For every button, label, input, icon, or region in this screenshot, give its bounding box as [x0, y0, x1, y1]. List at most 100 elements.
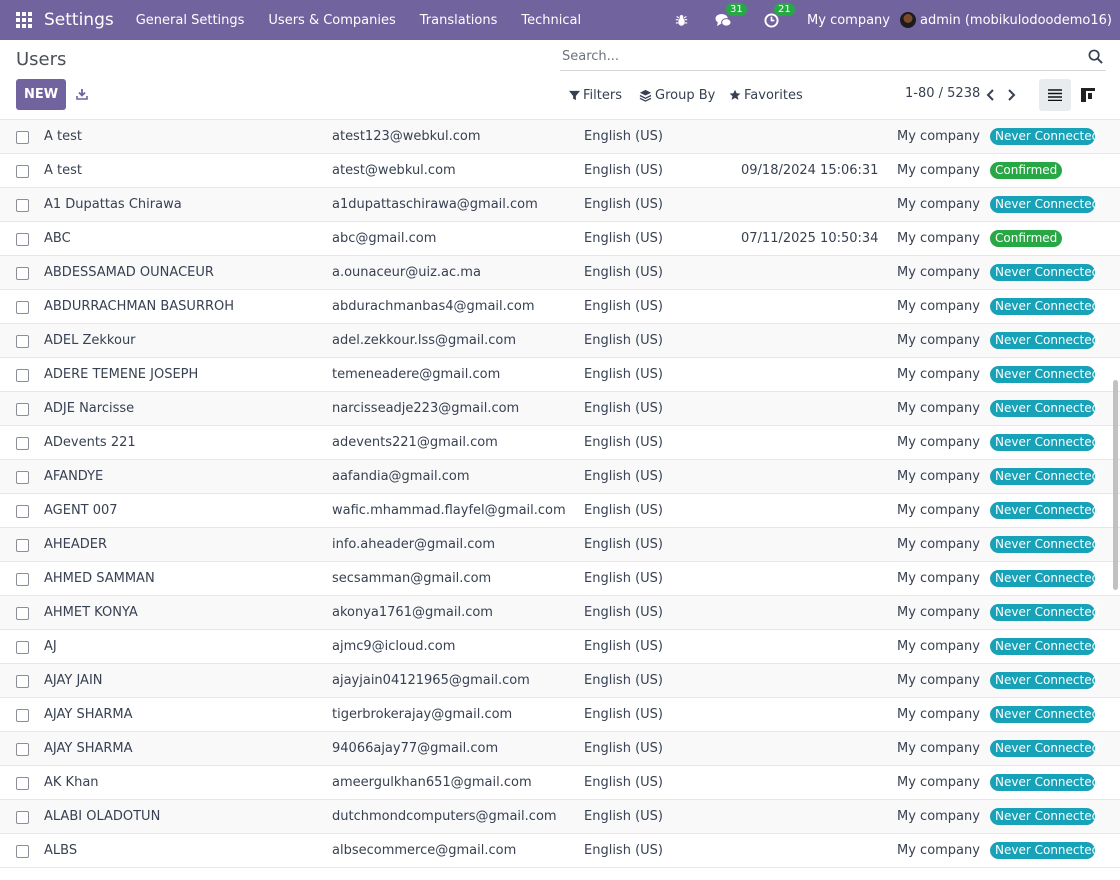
table-row[interactable]: AFANDYE aafandia@gmail.com English (US) My … — [0, 460, 1120, 494]
company-switcher[interactable]: My company — [807, 13, 890, 28]
row-checkbox[interactable] — [16, 471, 29, 484]
table-row[interactable]: ADEL Zekkour adel.zekkour.lss@gmail.com En… — [0, 324, 1120, 358]
row-checkbox[interactable] — [16, 233, 29, 246]
table-row[interactable]: AGENT 007 wafic.mhammad.flayfel@gmail.com… — [0, 494, 1120, 528]
row-checkbox[interactable] — [16, 743, 29, 756]
table-row[interactable]: ALBS albsecommerce@gmail.com English (US) M… — [0, 834, 1120, 868]
user-language-cell: English (US) — [584, 843, 663, 858]
user-name-cell: ADJE Narcisse — [44, 401, 135, 416]
row-checkbox[interactable] — [16, 267, 29, 280]
user-name-cell: AJAY JAIN — [44, 673, 103, 688]
menu-translations[interactable]: Translations — [408, 13, 510, 28]
row-checkbox[interactable] — [16, 811, 29, 824]
scrollbar[interactable] — [1113, 380, 1118, 590]
status-badge: Never Connected — [990, 298, 1099, 315]
search-icon[interactable] — [1088, 49, 1104, 65]
user-language-cell: English (US) — [584, 401, 663, 416]
star-icon — [729, 89, 741, 100]
debug-bug-icon[interactable] — [671, 10, 691, 30]
row-checkbox[interactable] — [16, 165, 29, 178]
table-row[interactable]: AJAY SHARMA tigerbrokerajay@gmail.com Engl… — [0, 698, 1120, 732]
user-language-cell: English (US) — [584, 639, 663, 654]
kanban-view-icon[interactable] — [1072, 79, 1104, 111]
status-badge: Never Connected — [990, 468, 1099, 485]
table-row[interactable]: AJ ajmc9@icloud.com English (US) My company… — [0, 630, 1120, 664]
user-login-cell: wafic.mhammad.flayfel@gmail.com — [332, 503, 566, 518]
table-row[interactable]: ADJE Narcisse narcisseadje223@gmail.com En… — [0, 392, 1120, 426]
table-row[interactable]: ALABI OLADOTUN dutchmondcomputers@gmail.c… — [0, 800, 1120, 834]
table-row[interactable]: AHMET KONYA akonya1761@gmail.com English (… — [0, 596, 1120, 630]
filters-button[interactable]: Filters — [569, 86, 622, 104]
table-row[interactable]: ADERE TEMENE JOSEPH temeneadere@gmail.com… — [0, 358, 1120, 392]
table-row[interactable]: ABDURRACHMAN BASURROH abdurachmanbas4@gma… — [0, 290, 1120, 324]
status-badge: Never Connected — [990, 842, 1099, 859]
user-company-cell: My company — [897, 571, 980, 586]
row-checkbox[interactable] — [16, 131, 29, 144]
row-checkbox[interactable] — [16, 199, 29, 212]
user-language-cell: English (US) — [584, 299, 663, 314]
row-checkbox[interactable] — [16, 845, 29, 858]
favorites-button[interactable]: Favorites — [729, 86, 803, 104]
table-row[interactable]: ADevents 221 adevents221@gmail.com English… — [0, 426, 1120, 460]
messages-icon[interactable]: 31 — [713, 3, 747, 30]
user-company-cell: My company — [897, 741, 980, 756]
table-row[interactable]: A test atest@webkul.com English (US) 09/18/… — [0, 154, 1120, 188]
pager-next-icon[interactable] — [1003, 86, 1019, 104]
user-company-cell: My company — [897, 163, 980, 178]
user-name-cell: A1 Dupattas Chirawa — [44, 197, 182, 212]
download-icon[interactable] — [72, 84, 92, 104]
user-language-cell: English (US) — [584, 775, 663, 790]
user-menu[interactable]: admin (mobikulodoodemo16) — [920, 13, 1112, 28]
user-login-cell: temeneadere@gmail.com — [332, 367, 501, 382]
menu-users-companies[interactable]: Users & Companies — [256, 13, 407, 28]
app-grid-icon[interactable] — [16, 12, 32, 28]
menu-general-settings[interactable]: General Settings — [124, 13, 257, 28]
pager-value[interactable]: 1-80 / 5238 — [905, 86, 980, 101]
user-login-cell: ameergulkhan651@gmail.com — [332, 775, 532, 790]
row-checkbox[interactable] — [16, 709, 29, 722]
status-badge: Never Connected — [990, 638, 1099, 655]
user-login-cell: albsecommerce@gmail.com — [332, 843, 517, 858]
table-row[interactable]: ABDESSAMAD OUNACEUR a.ounaceur@uiz.ac.ma E… — [0, 256, 1120, 290]
row-checkbox[interactable] — [16, 403, 29, 416]
user-login-cell: aafandia@gmail.com — [332, 469, 470, 484]
row-checkbox[interactable] — [16, 335, 29, 348]
activities-clock-icon[interactable]: 21 — [761, 3, 795, 30]
app-name[interactable]: Settings — [44, 10, 114, 30]
user-language-cell: English (US) — [584, 265, 663, 280]
row-checkbox[interactable] — [16, 573, 29, 586]
group-by-button[interactable]: Group By — [639, 86, 715, 104]
search-input[interactable] — [560, 49, 1060, 64]
table-row[interactable]: ABC abc@gmail.com English (US) 07/11/2025 1… — [0, 222, 1120, 256]
row-checkbox[interactable] — [16, 539, 29, 552]
table-row[interactable]: A1 Dupattas Chirawa a1dupattaschirawa@gma… — [0, 188, 1120, 222]
table-row[interactable]: AK Khan ameergulkhan651@gmail.com English … — [0, 766, 1120, 800]
row-checkbox[interactable] — [16, 777, 29, 790]
table-row[interactable]: AJAY SHARMA 94066ajay77@gmail.com English … — [0, 732, 1120, 766]
table-row[interactable]: AJAY JAIN ajayjain04121965@gmail.com Engli… — [0, 664, 1120, 698]
user-avatar[interactable] — [900, 12, 916, 28]
row-checkbox[interactable] — [16, 641, 29, 654]
table-row[interactable]: AHMED SAMMAN secsamman@gmail.com English (… — [0, 562, 1120, 596]
page-title[interactable]: Users — [16, 49, 66, 70]
user-company-cell: My company — [897, 775, 980, 790]
user-language-cell: English (US) — [584, 809, 663, 824]
status-badge: Never Connected — [990, 808, 1099, 825]
row-checkbox[interactable] — [16, 675, 29, 688]
list-view-icon[interactable] — [1039, 79, 1071, 111]
pager-previous-icon[interactable] — [982, 86, 998, 104]
user-company-cell: My company — [897, 605, 980, 620]
menu-technical[interactable]: Technical — [509, 13, 593, 28]
row-checkbox[interactable] — [16, 437, 29, 450]
table-row[interactable]: A test atest123@webkul.com English (US) My … — [0, 120, 1120, 154]
user-login-cell: abdurachmanbas4@gmail.com — [332, 299, 535, 314]
row-checkbox[interactable] — [16, 505, 29, 518]
row-checkbox[interactable] — [16, 369, 29, 382]
table-row[interactable]: AHEADER info.aheader@gmail.com English (US… — [0, 528, 1120, 562]
user-login-cell: narcisseadje223@gmail.com — [332, 401, 520, 416]
status-badge: Never Connected — [990, 366, 1099, 383]
row-checkbox[interactable] — [16, 301, 29, 314]
row-checkbox[interactable] — [16, 607, 29, 620]
new-button[interactable]: NEW — [16, 79, 66, 110]
user-company-cell: My company — [897, 809, 980, 824]
